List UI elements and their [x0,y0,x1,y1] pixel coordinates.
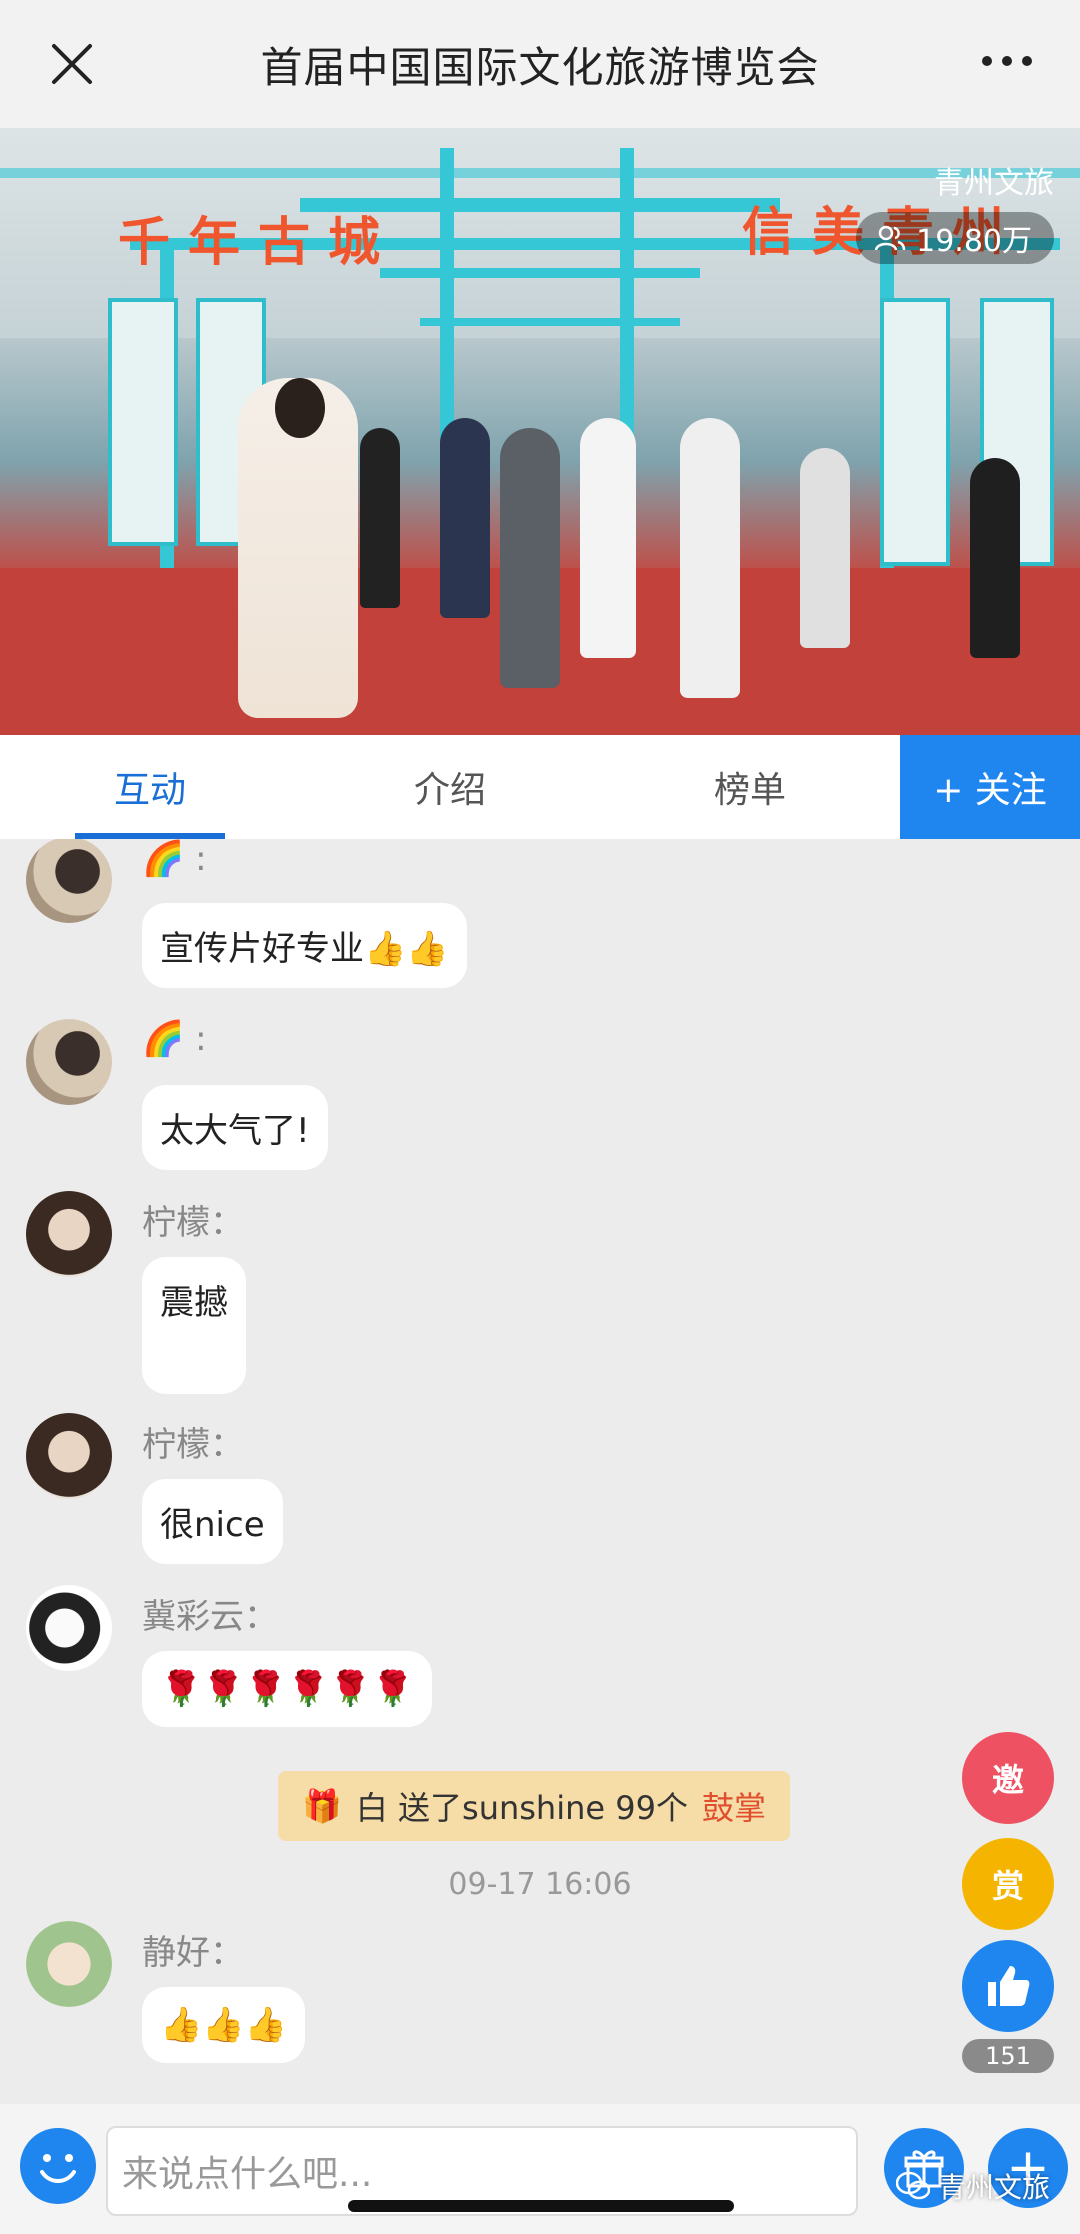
visitor [360,428,400,608]
like-button[interactable] [962,1940,1054,2032]
chat-bubble: 很nice [142,1479,283,1564]
display-panel [880,298,950,566]
chat-bubble: 太大气了! [142,1085,328,1170]
host-head [275,378,325,438]
chat-list[interactable]: 🌈 : 宣传片好专业👍👍 🌈 : 太大气了! 柠檬： 震撼 柠檬： 很nice … [0,839,1080,2104]
avatar[interactable] [26,1019,112,1105]
gift-icon: 🎁 [302,1787,342,1825]
top-nav-bar: 首届中国国际文化旅游博览会 [0,0,1080,128]
home-indicator[interactable] [348,2200,734,2212]
booth-frame [380,268,700,278]
chat-username: 🌈 : [142,1019,207,1059]
watermark-text: 青州文旅 [937,2171,1050,2204]
tab-ranking[interactable]: 榜单 [600,735,900,839]
chat-username: 🌈 : [142,839,207,879]
visitor [500,428,560,688]
chat-username: 静好： [142,1933,244,1973]
bottom-input-bar: 来说点什么吧... + 青州文旅 [0,2104,1080,2234]
page-title: 首届中国国际文化旅游博览会 [260,42,820,92]
chat-bubble: 震撼 [142,1257,246,1394]
tab-intro[interactable]: 介绍 [300,735,600,839]
chat-bubble: 🌹🌹🌹🌹🌹🌹 [142,1651,433,1727]
tab-bar: 互动 介绍 榜单 + 关注 [0,735,1080,839]
visitor [970,458,1020,658]
booth-frame [420,318,680,326]
live-video-player[interactable]: 千年古城 信美青州 青州文旅 19.80万 [0,128,1080,735]
invite-button[interactable]: 邀 [962,1732,1054,1824]
avatar[interactable] [26,1921,112,2007]
reward-button[interactable]: 赏 [962,1838,1054,1930]
chat-username: 冀彩云： [142,1597,278,1637]
visitor [680,418,740,698]
banner-left-text: 千年古城 [118,213,399,273]
tab-interact[interactable]: 互动 [0,735,300,839]
chat-username: 柠檬： [142,1425,244,1465]
channel-name: 青州文旅 [934,166,1054,201]
wechat-watermark: 青州文旅 [895,2166,1050,2206]
viewer-count: 19.80万 [916,224,1032,259]
visitor [580,418,636,658]
avatar[interactable] [26,1585,112,1671]
like-count: 151 [962,2039,1054,2073]
gift-item: 鼓掌 [701,1789,766,1827]
wechat-icon [895,2171,930,2200]
viewer-count-badge: 19.80万 [856,212,1054,264]
avatar[interactable] [26,1413,112,1499]
chat-bubble: 👍👍👍 [142,1987,306,2063]
thumbs-up-icon [988,1966,1030,2006]
chat-bubble: 宣传片好专业👍👍 [142,903,467,988]
emoji-button[interactable] [20,2128,96,2204]
avatar[interactable] [26,1191,112,1277]
avatar[interactable] [26,839,112,923]
display-panel [108,298,178,546]
more-options-icon[interactable] [982,56,1032,66]
close-icon[interactable] [48,40,96,88]
smile-icon [40,2154,76,2183]
follow-button[interactable]: + 关注 [900,735,1080,839]
visitor [800,448,850,648]
chat-timestamp: 09-17 16:06 [448,1867,632,1902]
booth-frame [0,168,1080,178]
visitor [440,418,490,618]
gift-notice: 🎁 白 送了sunshine 99个 鼓掌 [278,1771,790,1841]
chat-username: 柠檬： [142,1203,244,1243]
gift-text: 白 送了sunshine 99个 [355,1789,688,1827]
viewers-icon [874,225,906,251]
